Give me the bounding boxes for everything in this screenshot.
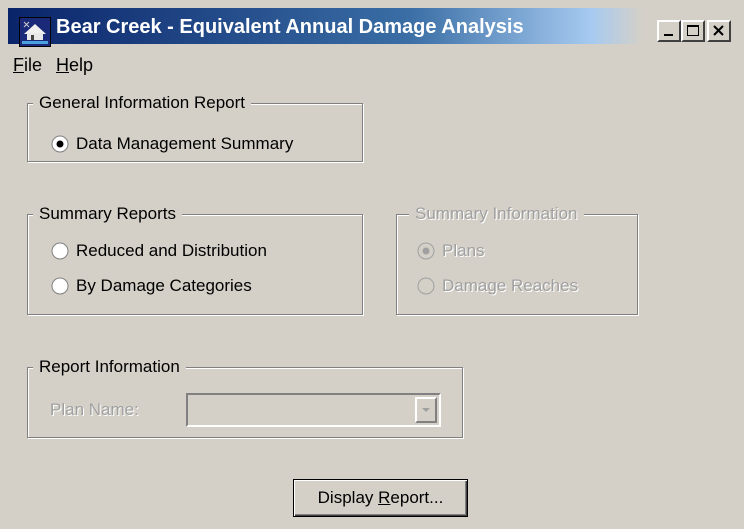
radio-unchecked-icon <box>51 242 69 260</box>
radio-label: Reduced and Distribution <box>76 241 267 260</box>
summary-info-group: Summary Information Plans Damage Reaches <box>396 203 638 315</box>
radio-label: Plans <box>442 241 485 260</box>
chevron-down-icon <box>422 408 430 412</box>
dropdown-button[interactable] <box>415 397 437 423</box>
report-info-group: Report Information Plan Name: <box>27 356 463 438</box>
report-info-legend: Report Information <box>33 356 186 378</box>
radio-unchecked-disabled-icon <box>417 277 435 295</box>
maximize-button[interactable] <box>681 20 705 42</box>
radio-label: By Damage Categories <box>76 276 252 295</box>
main-window: Bear Creek - Equivalent Annual Damage An… <box>0 0 744 529</box>
close-button[interactable] <box>707 20 731 42</box>
radio-label: Data Management Summary <box>76 134 294 153</box>
minimize-button[interactable] <box>657 20 681 42</box>
display-report-button-mnemonic: R <box>378 488 391 507</box>
menu-bar: File Help <box>8 46 736 78</box>
menu-help-rest: elp <box>69 55 94 75</box>
menu-help[interactable]: Help <box>56 54 93 76</box>
menu-help-mnemonic: H <box>56 55 69 75</box>
menu-file[interactable]: File <box>13 54 42 76</box>
maximize-icon <box>687 25 699 36</box>
summary-reports-group: Summary Reports Reduced and Distribution… <box>27 203 363 315</box>
close-icon <box>713 25 724 36</box>
plan-name-dropdown[interactable] <box>186 393 441 427</box>
display-report-button-label-start: Display <box>317 488 379 507</box>
menu-file-rest: ile <box>24 55 43 75</box>
display-report-button-label-end: eport... <box>390 488 444 507</box>
general-info-group: General Information Report Data Manageme… <box>27 92 363 162</box>
radio-checked-disabled-icon <box>417 242 435 260</box>
summary-info-legend: Summary Information <box>409 203 584 225</box>
title-bar[interactable]: Bear Creek - Equivalent Annual Damage An… <box>8 8 737 47</box>
display-report-button[interactable]: Display Report... <box>293 479 468 517</box>
radio-checked-icon <box>51 135 69 153</box>
radio-unchecked-icon <box>51 277 69 295</box>
menu-file-mnemonic: F <box>13 55 24 75</box>
plan-name-label: Plan Name: <box>50 400 139 419</box>
minimize-icon <box>664 34 673 36</box>
app-icon[interactable] <box>19 17 51 47</box>
radio-label: Damage Reaches <box>442 276 579 295</box>
summary-reports-legend: Summary Reports <box>33 203 182 225</box>
general-info-legend: General Information Report <box>33 92 251 114</box>
window-title: Bear Creek - Equivalent Annual Damage An… <box>56 16 524 38</box>
